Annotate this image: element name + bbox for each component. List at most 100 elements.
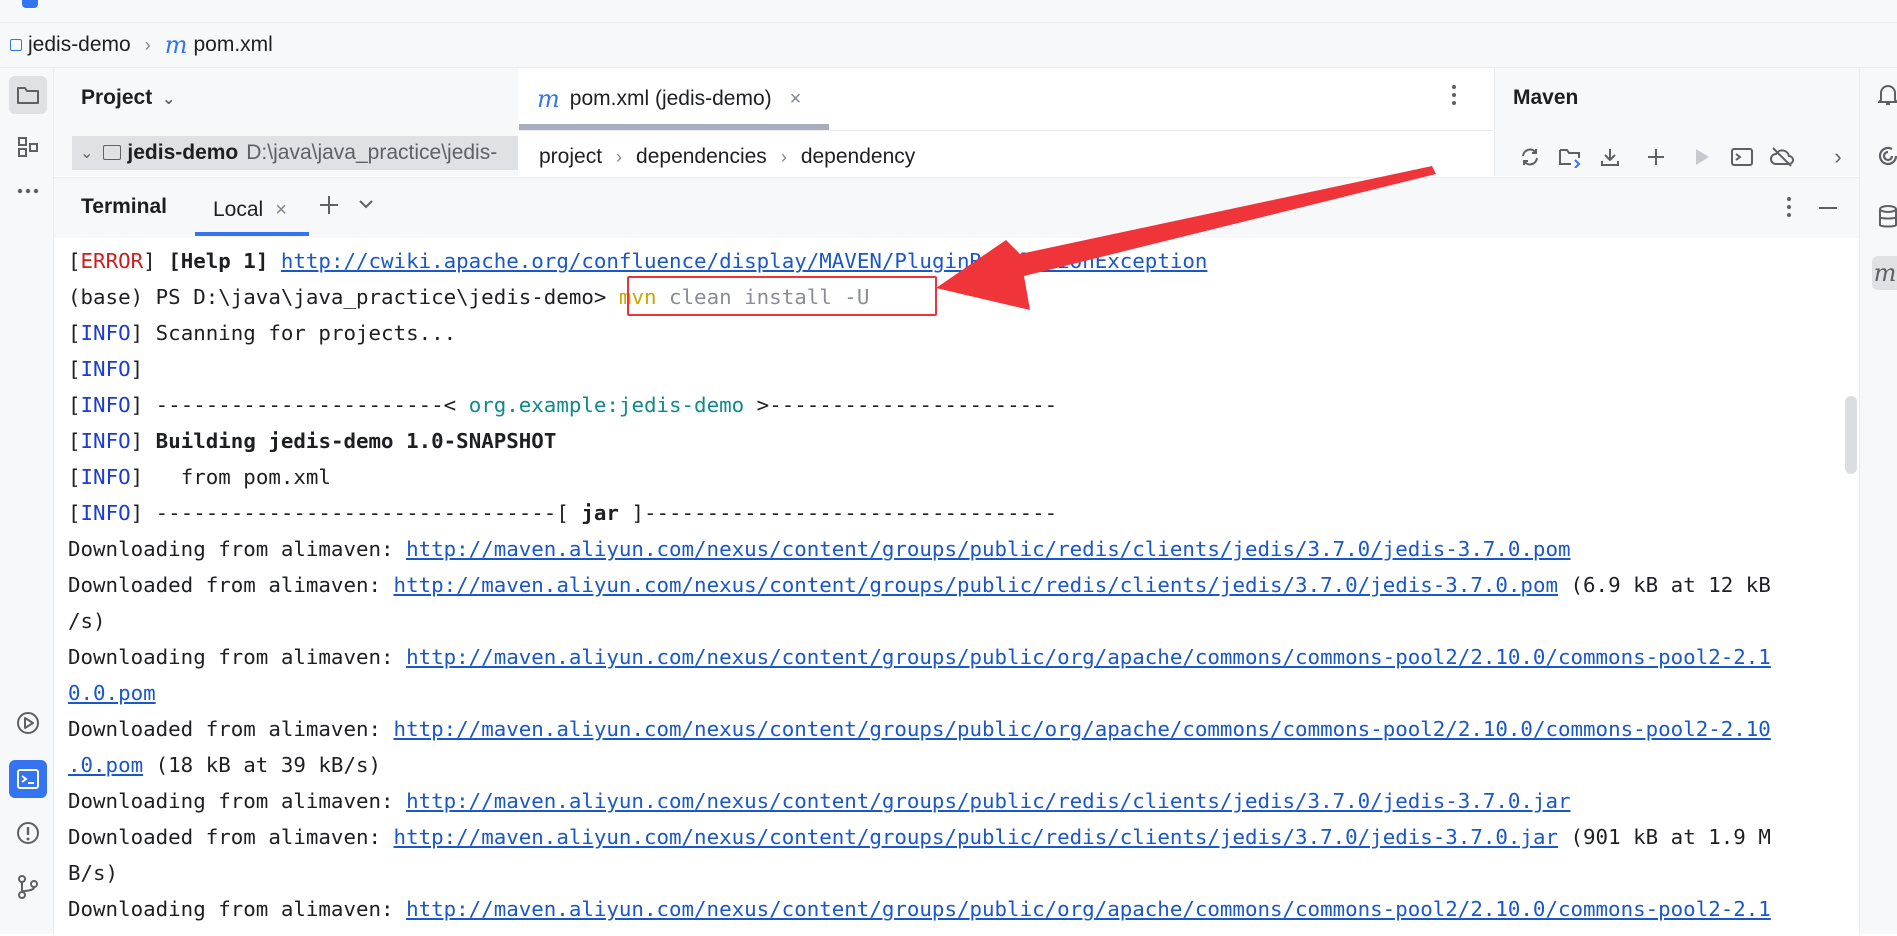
terminal-line: [INFO] Building jedis-demo 1.0-SNAPSHOT [68, 423, 1771, 459]
terminal-text: [ [68, 429, 81, 453]
terminal-line: Downloading from alimaven: http://maven.… [68, 639, 1771, 675]
terminal-text: ERROR [80, 249, 144, 273]
left-tool-stripe [0, 68, 54, 934]
terminal-link[interactable]: http://maven.aliyun.com/nexus/content/gr… [394, 825, 1558, 849]
add-project-icon[interactable] [1550, 142, 1590, 172]
project-panel-title[interactable]: Project ⌄ [81, 86, 175, 110]
annotation-arrow-icon [936, 166, 1436, 310]
chevron-down-icon: ⌄ [80, 145, 94, 162]
terminal-link[interactable]: http://maven.aliyun.com/nexus/content/gr… [406, 897, 1771, 921]
terminal-link[interactable]: 0.0.pom [68, 681, 156, 705]
project-root-path: D:\java\java_practice\jedis- [246, 141, 498, 164]
structure-icon[interactable] [9, 128, 47, 166]
run-services-icon[interactable] [9, 704, 47, 742]
terminal-icon[interactable] [9, 760, 47, 798]
maven-icon[interactable]: m [1872, 256, 1897, 290]
folder-icon[interactable] [9, 76, 47, 114]
maven-file-icon: m [537, 85, 560, 113]
terminal-text: ] [143, 249, 169, 273]
terminal-text: ] [130, 357, 144, 381]
terminal-text: (base) PS D:\java\java_practice\jedis-de… [68, 285, 619, 309]
chevron-right-icon[interactable]: › [1818, 142, 1858, 172]
terminal-link[interactable]: http://maven.aliyun.com/nexus/content/gr… [406, 645, 1771, 669]
terminal-text: [ [68, 357, 81, 381]
terminal-text: (6.9 kB at 12 kB [1557, 573, 1771, 597]
terminal-text: [ [68, 249, 81, 273]
terminal-title: Terminal [81, 195, 167, 218]
terminal-link[interactable]: http://maven.aliyun.com/nexus/content/gr… [406, 537, 1570, 561]
database-icon[interactable] [1878, 204, 1897, 230]
tab-local-label: Local [213, 198, 264, 221]
terminal-text: ] [130, 429, 156, 453]
chevron-right-icon: › [616, 146, 623, 167]
crumb-dependency[interactable]: dependency [801, 145, 915, 169]
terminal-link[interactable]: http://maven.aliyun.com/nexus/content/gr… [394, 573, 1558, 597]
crumb-project[interactable]: project [539, 145, 602, 169]
breadcrumb-project[interactable]: jedis-demo [28, 33, 131, 57]
terminal-line: [INFO] Scanning for projects... [68, 315, 1771, 351]
crumb-dependencies[interactable]: dependencies [636, 145, 767, 169]
terminal-text: INFO [80, 429, 131, 453]
ai-assistant-icon[interactable] [1878, 144, 1897, 168]
terminal-text: [ [68, 501, 81, 525]
terminal-text: (18 kB at 39 kB/s) [143, 753, 382, 777]
terminal-output[interactable]: [ERROR] [Help 1] http://cwiki.apache.org… [54, 238, 1844, 936]
minimize-icon[interactable] [1818, 206, 1838, 210]
more-vertical-icon[interactable] [1451, 84, 1457, 106]
breadcrumb: jedis-demo › m pom.xml [0, 23, 1897, 68]
terminal-text: Downloading from alimaven: [68, 789, 407, 813]
terminal-text: INFO [80, 501, 131, 525]
terminal-text: org.example:jedis-demo [468, 393, 745, 417]
close-icon[interactable]: × [275, 199, 287, 222]
terminal-text: ] -----------------------< [130, 393, 469, 417]
terminal-scrollbar[interactable] [1845, 396, 1857, 474]
terminal-text: /s) [68, 609, 106, 633]
more-icon[interactable] [9, 172, 47, 210]
terminal-lines: [ERROR] [Help 1] http://cwiki.apache.org… [68, 243, 1771, 927]
chevron-right-icon: › [144, 34, 151, 55]
terminal-line: Downloaded from alimaven: http://maven.a… [68, 567, 1771, 603]
terminal-line: Downloaded from alimaven: http://maven.a… [68, 819, 1771, 855]
terminal-link[interactable]: .0.pom [68, 753, 143, 777]
terminal-line: [INFO] --------------------------------[… [68, 495, 1771, 531]
terminal-text: INFO [80, 321, 131, 345]
terminal-text: Building jedis-demo 1.0-SNAPSHOT [155, 429, 557, 453]
terminal-text: >----------------------- [744, 393, 1058, 417]
git-icon[interactable] [9, 868, 47, 906]
offline-icon[interactable] [1762, 142, 1802, 172]
terminal-text: INFO [80, 393, 131, 417]
problems-icon[interactable] [9, 814, 47, 852]
terminal-link[interactable]: http://maven.aliyun.com/nexus/content/gr… [406, 789, 1570, 813]
tab-pom-xml[interactable]: m pom.xml (jedis-demo) × [519, 68, 829, 130]
maven-panel-title: Maven [1513, 86, 1579, 109]
chevron-right-icon: › [780, 146, 787, 167]
right-tool-stripe: m [1859, 68, 1897, 934]
project-tree-root[interactable]: ⌄ jedis-demo D:\java\java_practice\jedis… [72, 136, 518, 170]
notifications-icon[interactable] [1878, 82, 1897, 108]
reload-icon[interactable] [1510, 142, 1550, 172]
tab-label: pom.xml (jedis-demo) [569, 87, 772, 110]
plus-icon[interactable] [1636, 142, 1676, 172]
terminal-line: /s) [68, 603, 1771, 639]
terminal-text: Downloading from alimaven: [68, 897, 407, 921]
more-vertical-icon[interactable] [1786, 196, 1792, 218]
module-folder-icon [103, 144, 122, 160]
new-tab-plus-icon[interactable] [318, 194, 340, 216]
tab-local[interactable]: Local × [195, 186, 309, 234]
terminal-link[interactable]: http://maven.aliyun.com/nexus/content/gr… [394, 717, 1771, 741]
terminal-text: Downloading from alimaven: [68, 645, 407, 669]
chevron-down-icon[interactable] [358, 198, 374, 210]
terminal-line: Downloaded from alimaven: http://maven.a… [68, 711, 1771, 747]
download-icon[interactable] [1590, 142, 1630, 172]
terminal-text: jar [581, 501, 619, 525]
terminal-text: ] --------------------------------[ [130, 501, 582, 525]
run-icon[interactable] [1682, 142, 1722, 172]
terminal-text: [ [68, 321, 81, 345]
terminal-text: INFO [80, 357, 131, 381]
close-icon[interactable]: × [790, 88, 802, 111]
terminal-text: ]--------------------------------- [618, 501, 1058, 525]
app-logo-icon [22, 0, 38, 8]
breadcrumb-file[interactable]: pom.xml [193, 33, 272, 57]
execute-goal-icon[interactable] [1722, 142, 1762, 172]
terminal-line: [INFO] [68, 351, 1771, 387]
